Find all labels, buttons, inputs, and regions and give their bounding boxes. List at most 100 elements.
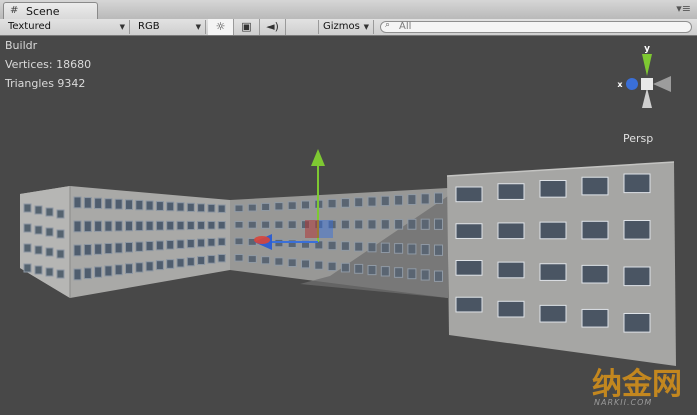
scene-lighting-toggle[interactable]: ☼ xyxy=(208,19,234,35)
building-window xyxy=(394,194,404,206)
building-window xyxy=(274,257,284,266)
chevron-down-icon: ▼ xyxy=(119,23,125,31)
gizmos-label: Gizmos xyxy=(323,21,360,32)
building-left xyxy=(20,186,230,298)
building-window xyxy=(73,220,82,233)
building-window xyxy=(166,240,175,250)
building-window xyxy=(197,203,206,213)
building-window xyxy=(56,249,65,259)
building-window xyxy=(301,259,310,269)
window-menu-icon[interactable]: ▾≡ xyxy=(676,3,691,14)
building-window xyxy=(287,201,297,210)
building-window xyxy=(104,243,113,255)
building-window xyxy=(217,237,226,246)
scene-viewport[interactable]: Buildr Vertices: 18680 Triangles 9342 y … xyxy=(0,36,697,415)
scene-effects-toggle[interactable]: ▣ xyxy=(234,19,260,35)
building-window xyxy=(420,244,430,256)
building-window xyxy=(83,220,92,233)
building-window xyxy=(367,219,377,230)
shading-mode-value: Textured xyxy=(8,21,51,32)
gizmos-dropdown[interactable]: Gizmos ▼ xyxy=(318,20,374,34)
scene-audio-toggle[interactable]: ◄) xyxy=(260,19,286,35)
y-axis-cone[interactable] xyxy=(642,54,652,76)
view-cube-center[interactable] xyxy=(641,78,653,90)
building-window xyxy=(539,304,567,323)
render-mode-dropdown[interactable]: RGB ▼ xyxy=(134,20,206,34)
sun-icon: ☼ xyxy=(215,20,226,33)
building-window xyxy=(581,220,609,240)
building-window xyxy=(340,198,350,208)
building-window xyxy=(197,220,206,230)
building-window xyxy=(135,241,144,252)
shading-mode-dropdown[interactable]: Textured ▼ xyxy=(4,20,130,34)
building-window xyxy=(394,243,404,254)
building-window xyxy=(176,239,185,249)
building-window xyxy=(380,266,390,277)
building-window xyxy=(623,220,651,240)
tab-scene[interactable]: # Scene xyxy=(3,2,98,19)
building-window xyxy=(274,202,284,211)
building-window xyxy=(539,221,567,240)
building-window xyxy=(420,218,430,230)
building-window xyxy=(497,183,525,200)
building-window xyxy=(83,244,92,256)
building-window xyxy=(34,225,43,235)
building-window xyxy=(217,254,226,263)
building-window xyxy=(125,242,133,253)
building-window xyxy=(380,219,390,230)
search-icon: ⌕ xyxy=(385,20,391,30)
projection-toggle[interactable]: Persp xyxy=(623,132,653,145)
building-window xyxy=(420,269,430,281)
building-window xyxy=(234,237,244,246)
building-window xyxy=(407,194,417,205)
building-window xyxy=(455,186,483,203)
projection-label: Persp xyxy=(623,132,654,145)
building-window xyxy=(45,267,54,277)
building-window xyxy=(581,264,609,284)
z-axis-cone[interactable] xyxy=(626,78,638,90)
neg-x-axis-cone[interactable] xyxy=(653,76,671,92)
view-orientation-gizmo[interactable]: y x xyxy=(610,42,680,122)
building-window xyxy=(135,199,144,211)
building-window xyxy=(114,198,123,210)
building-window xyxy=(327,240,337,251)
building-window xyxy=(135,262,144,273)
building-window xyxy=(287,258,297,268)
building-window xyxy=(455,260,483,276)
building-window xyxy=(394,267,404,278)
building-window xyxy=(340,262,350,273)
building-window xyxy=(145,261,154,272)
object-name: Buildr xyxy=(5,39,38,52)
building-window xyxy=(274,220,284,229)
building-window xyxy=(125,220,133,232)
building-window xyxy=(114,220,123,232)
building-window xyxy=(94,197,103,209)
building-window xyxy=(207,255,216,264)
building-window xyxy=(23,223,32,233)
building-window xyxy=(327,198,337,209)
building-window xyxy=(155,260,164,271)
building-window xyxy=(261,256,271,265)
building-window xyxy=(104,220,113,232)
building-window xyxy=(434,270,443,282)
building-window xyxy=(247,220,257,229)
building-window xyxy=(94,220,103,232)
speaker-icon: ◄) xyxy=(266,20,279,33)
building-window xyxy=(261,220,271,229)
building-window xyxy=(247,255,257,263)
building-window xyxy=(197,238,206,248)
building-window xyxy=(45,207,54,217)
building-window xyxy=(94,266,103,278)
vertex-count: Vertices: 18680 xyxy=(5,58,92,71)
triangle-count: Triangles 9342 xyxy=(5,77,86,90)
tab-scene-label: Scene xyxy=(26,5,60,18)
search-input[interactable]: ⌕ All xyxy=(380,20,692,33)
building-window xyxy=(301,200,310,210)
building-window xyxy=(234,204,244,213)
x-axis-label: x xyxy=(617,80,623,89)
building-window xyxy=(354,197,364,208)
building-window xyxy=(207,220,216,230)
neg-y-axis-cone[interactable] xyxy=(642,88,652,108)
building-window xyxy=(166,201,175,212)
building-window xyxy=(176,258,185,268)
